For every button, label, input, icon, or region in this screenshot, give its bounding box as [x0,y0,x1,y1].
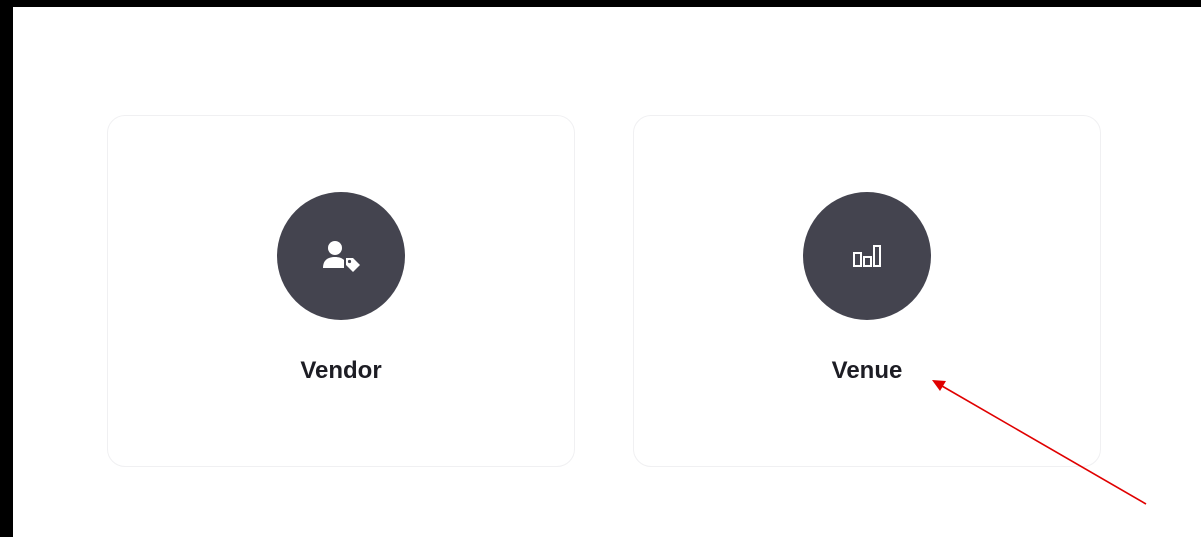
screen-frame-left [0,0,13,537]
venue-icon-circle [803,192,931,320]
vendor-card-label: Vendor [300,357,382,384]
venue-card-label: Venue [831,357,903,384]
user-tag-icon [323,241,360,272]
vendor-icon-circle [277,192,405,320]
bar-chart-icon [853,245,881,267]
venue-card[interactable]: Venue [633,115,1101,467]
screen-frame-top [0,0,1201,7]
vendor-card[interactable]: Vendor [107,115,575,467]
